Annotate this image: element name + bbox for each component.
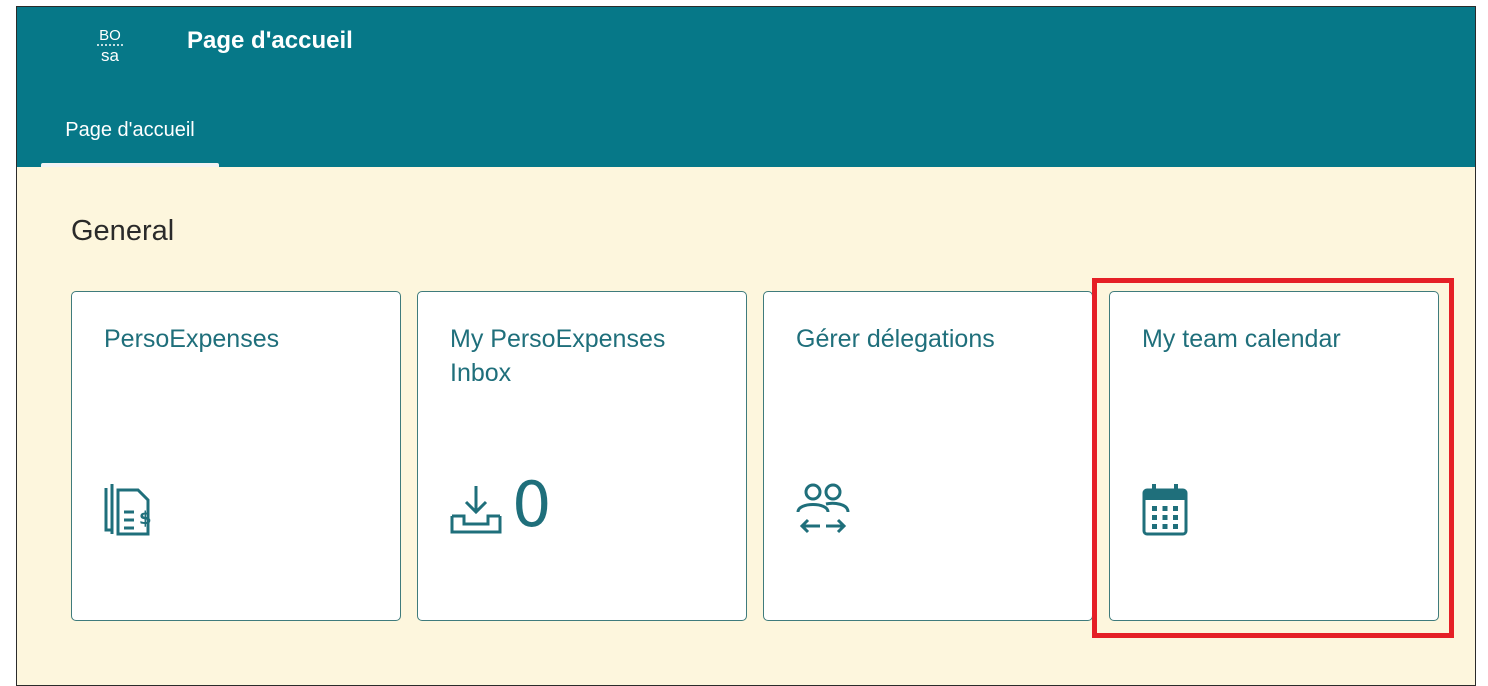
tile-count: 0	[512, 468, 552, 541]
delegation-icon	[794, 482, 850, 538]
tile-title: My PersoExpenses Inbox	[450, 325, 666, 387]
shell-bar: BO sa Page d'accueil Page d'accueil	[17, 7, 1475, 167]
tile-title: Gérer délegations	[796, 325, 995, 353]
app-title: Page d'accueil	[187, 27, 353, 54]
tile-gerer-delegations[interactable]: Gérer délegations	[763, 291, 1093, 621]
tile-perso-expenses-inbox[interactable]: My PersoExpenses Inbox 0	[417, 291, 747, 621]
tile-my-team-calendar[interactable]: My team calendar	[1109, 291, 1439, 621]
app-frame: BO sa Page d'accueil Page d'accueil Gene…	[16, 6, 1476, 686]
inbox-download-icon	[448, 482, 502, 538]
expense-report-icon: $	[102, 482, 152, 538]
tile-perso-expenses[interactable]: PersoExpenses $	[71, 291, 401, 621]
tile-title: My team calendar	[1142, 325, 1341, 353]
svg-text:BO: BO	[99, 27, 121, 44]
group-title: General	[71, 215, 175, 247]
svg-text:sa: sa	[101, 46, 120, 65]
bosa-logo[interactable]: BO sa	[91, 23, 129, 67]
calendar-icon	[1140, 482, 1190, 538]
home-content: General PersoExpenses $ My PersoExpenses…	[17, 167, 1475, 685]
tab-page-accueil[interactable]: Page d'accueil	[41, 107, 219, 167]
tab-label: Page d'accueil	[65, 119, 195, 141]
tile-title: PersoExpenses	[104, 325, 280, 353]
svg-text:$: $	[139, 508, 152, 529]
